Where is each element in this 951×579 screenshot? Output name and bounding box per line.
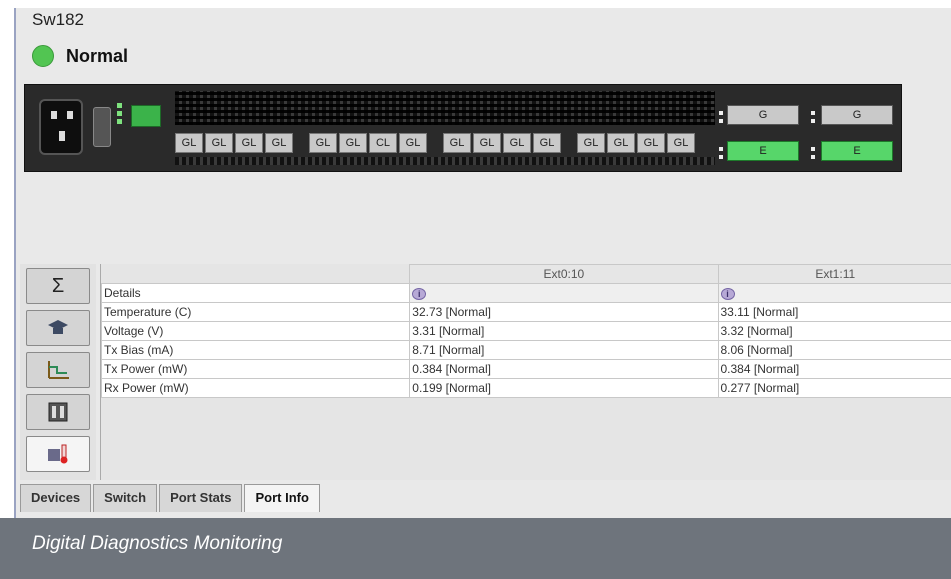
graph-view-button[interactable]	[26, 352, 90, 388]
row-value: 0.277 [Normal]	[717, 378, 951, 398]
sigma-icon: Σ	[51, 274, 65, 297]
row-value: 0.384 [Normal]	[717, 359, 951, 379]
port-led	[811, 147, 815, 151]
management-port[interactable]	[131, 105, 161, 127]
info-icon[interactable]: i	[720, 288, 735, 300]
gl-port[interactable]: GL	[235, 133, 263, 153]
info-icon[interactable]: i	[412, 288, 427, 300]
tab-port-stats[interactable]: Port Stats	[159, 484, 243, 512]
row-value: 0.199 [Normal]	[409, 378, 719, 398]
switch-front-panel: GL GL GL GL GL GL CL GL GL GL GL GL GL G…	[24, 84, 902, 172]
gl-port[interactable]: GL	[205, 133, 233, 153]
status-indicator-icon	[32, 45, 54, 67]
ge-port-e-left[interactable]: E	[727, 141, 799, 161]
tab-devices[interactable]: Devices	[20, 484, 92, 512]
tab-switch[interactable]: Switch	[93, 484, 158, 512]
port-icon	[48, 402, 68, 422]
row-value: 3.31 [Normal]	[409, 321, 719, 341]
details-info-cell[interactable]: i	[409, 283, 719, 303]
caption-text: Digital Diagnostics Monitoring	[32, 533, 283, 554]
details-label: Details	[100, 283, 411, 303]
row-label: Temperature (C)	[100, 302, 411, 322]
bottom-tab-bar: Devices Switch Port Stats Port Info	[20, 484, 322, 512]
port-led	[811, 155, 815, 159]
gl-port[interactable]: GL	[637, 133, 665, 153]
vent-grill	[175, 91, 715, 125]
tab-port-info[interactable]: Port Info	[244, 484, 320, 512]
row-value: 8.06 [Normal]	[717, 340, 951, 360]
table-row: Voltage (V) 3.31 [Normal] 3.32 [Normal]	[100, 321, 951, 341]
gl-port[interactable]: CL	[369, 133, 397, 153]
gl-port[interactable]: GL	[399, 133, 427, 153]
vent-grill-bottom	[175, 157, 715, 165]
row-label: Voltage (V)	[100, 321, 411, 341]
gl-port[interactable]: GL	[503, 133, 531, 153]
port-led	[719, 155, 723, 159]
gl-port-row: GL GL GL GL GL GL CL GL GL GL GL GL GL G…	[175, 133, 711, 153]
gl-port[interactable]: GL	[443, 133, 471, 153]
table-row: Tx Power (mW) 0.384 [Normal] 0.384 [Norm…	[100, 359, 951, 379]
gl-port[interactable]: GL	[265, 133, 293, 153]
gl-port[interactable]: GL	[339, 133, 367, 153]
row-value: 33.11 [Normal]	[717, 302, 951, 322]
graduation-cap-icon	[48, 320, 68, 334]
gl-port[interactable]: GL	[667, 133, 695, 153]
row-label: Rx Power (mW)	[100, 378, 411, 398]
gl-port[interactable]: GL	[175, 133, 203, 153]
ge-port-g-left[interactable]: G	[727, 105, 799, 125]
port-view-button[interactable]	[26, 394, 90, 430]
table-row: Tx Bias (mA) 8.71 [Normal] 8.06 [Normal]	[100, 340, 951, 360]
mgmt-leds	[117, 103, 127, 127]
power-connector-icon	[39, 99, 83, 155]
column-header-ext1: Ext1:11	[717, 264, 951, 284]
gl-port[interactable]: GL	[473, 133, 501, 153]
gl-port-group: GL GL CL GL	[309, 133, 429, 153]
table-header-row: Ext0:10 Ext1:11	[101, 264, 951, 284]
ge-port-e-right[interactable]: E	[821, 141, 893, 161]
diagnostics-table: Ext0:10 Ext1:11 Details i i Temperature …	[100, 264, 951, 398]
chart-axis-icon	[48, 361, 69, 379]
status-label: Normal	[66, 45, 129, 66]
info-view-button[interactable]	[26, 310, 90, 346]
gl-port[interactable]: GL	[577, 133, 605, 153]
ge-port-g-right[interactable]: G	[821, 105, 893, 125]
port-led	[719, 111, 723, 115]
table-row: Temperature (C) 32.73 [Normal] 33.11 [No…	[100, 302, 951, 322]
view-sidebar: Σ	[20, 264, 96, 480]
port-led	[811, 111, 815, 115]
port-led	[719, 119, 723, 123]
thermometer-icon	[48, 444, 68, 464]
switch-manager-window: Sw182 Normal GL GL GL GL GL GL CL GL GL …	[14, 8, 951, 518]
port-led	[811, 119, 815, 123]
column-header-ext0: Ext0:10	[409, 264, 719, 284]
diagnostics-table-area: Ext0:10 Ext1:11 Details i i Temperature …	[100, 264, 951, 480]
gl-port-group: GL GL GL GL	[175, 133, 295, 153]
diagnostics-view-button[interactable]	[26, 436, 90, 472]
details-info-cell[interactable]: i	[717, 283, 951, 303]
table-row: Details i i	[100, 283, 951, 303]
row-label: Tx Bias (mA)	[100, 340, 411, 360]
row-value: 0.384 [Normal]	[409, 359, 719, 379]
gl-port-group: GL GL GL GL	[443, 133, 563, 153]
serial-port-icon	[93, 107, 111, 147]
row-value: 8.71 [Normal]	[409, 340, 719, 360]
port-led	[719, 147, 723, 151]
gl-port[interactable]: GL	[533, 133, 561, 153]
row-value: 3.32 [Normal]	[717, 321, 951, 341]
gl-port[interactable]: GL	[607, 133, 635, 153]
header-blank	[101, 264, 411, 284]
figure-caption: Digital Diagnostics Monitoring	[0, 518, 951, 579]
gl-port[interactable]: GL	[309, 133, 337, 153]
row-value: 32.73 [Normal]	[409, 302, 719, 322]
device-status: Normal	[32, 44, 128, 68]
device-name: Sw182	[32, 10, 84, 29]
gl-port-group: GL GL GL GL	[577, 133, 697, 153]
table-row: Rx Power (mW) 0.199 [Normal] 0.277 [Norm…	[100, 378, 951, 398]
row-label: Tx Power (mW)	[100, 359, 411, 379]
summary-button[interactable]: Σ	[26, 268, 90, 304]
